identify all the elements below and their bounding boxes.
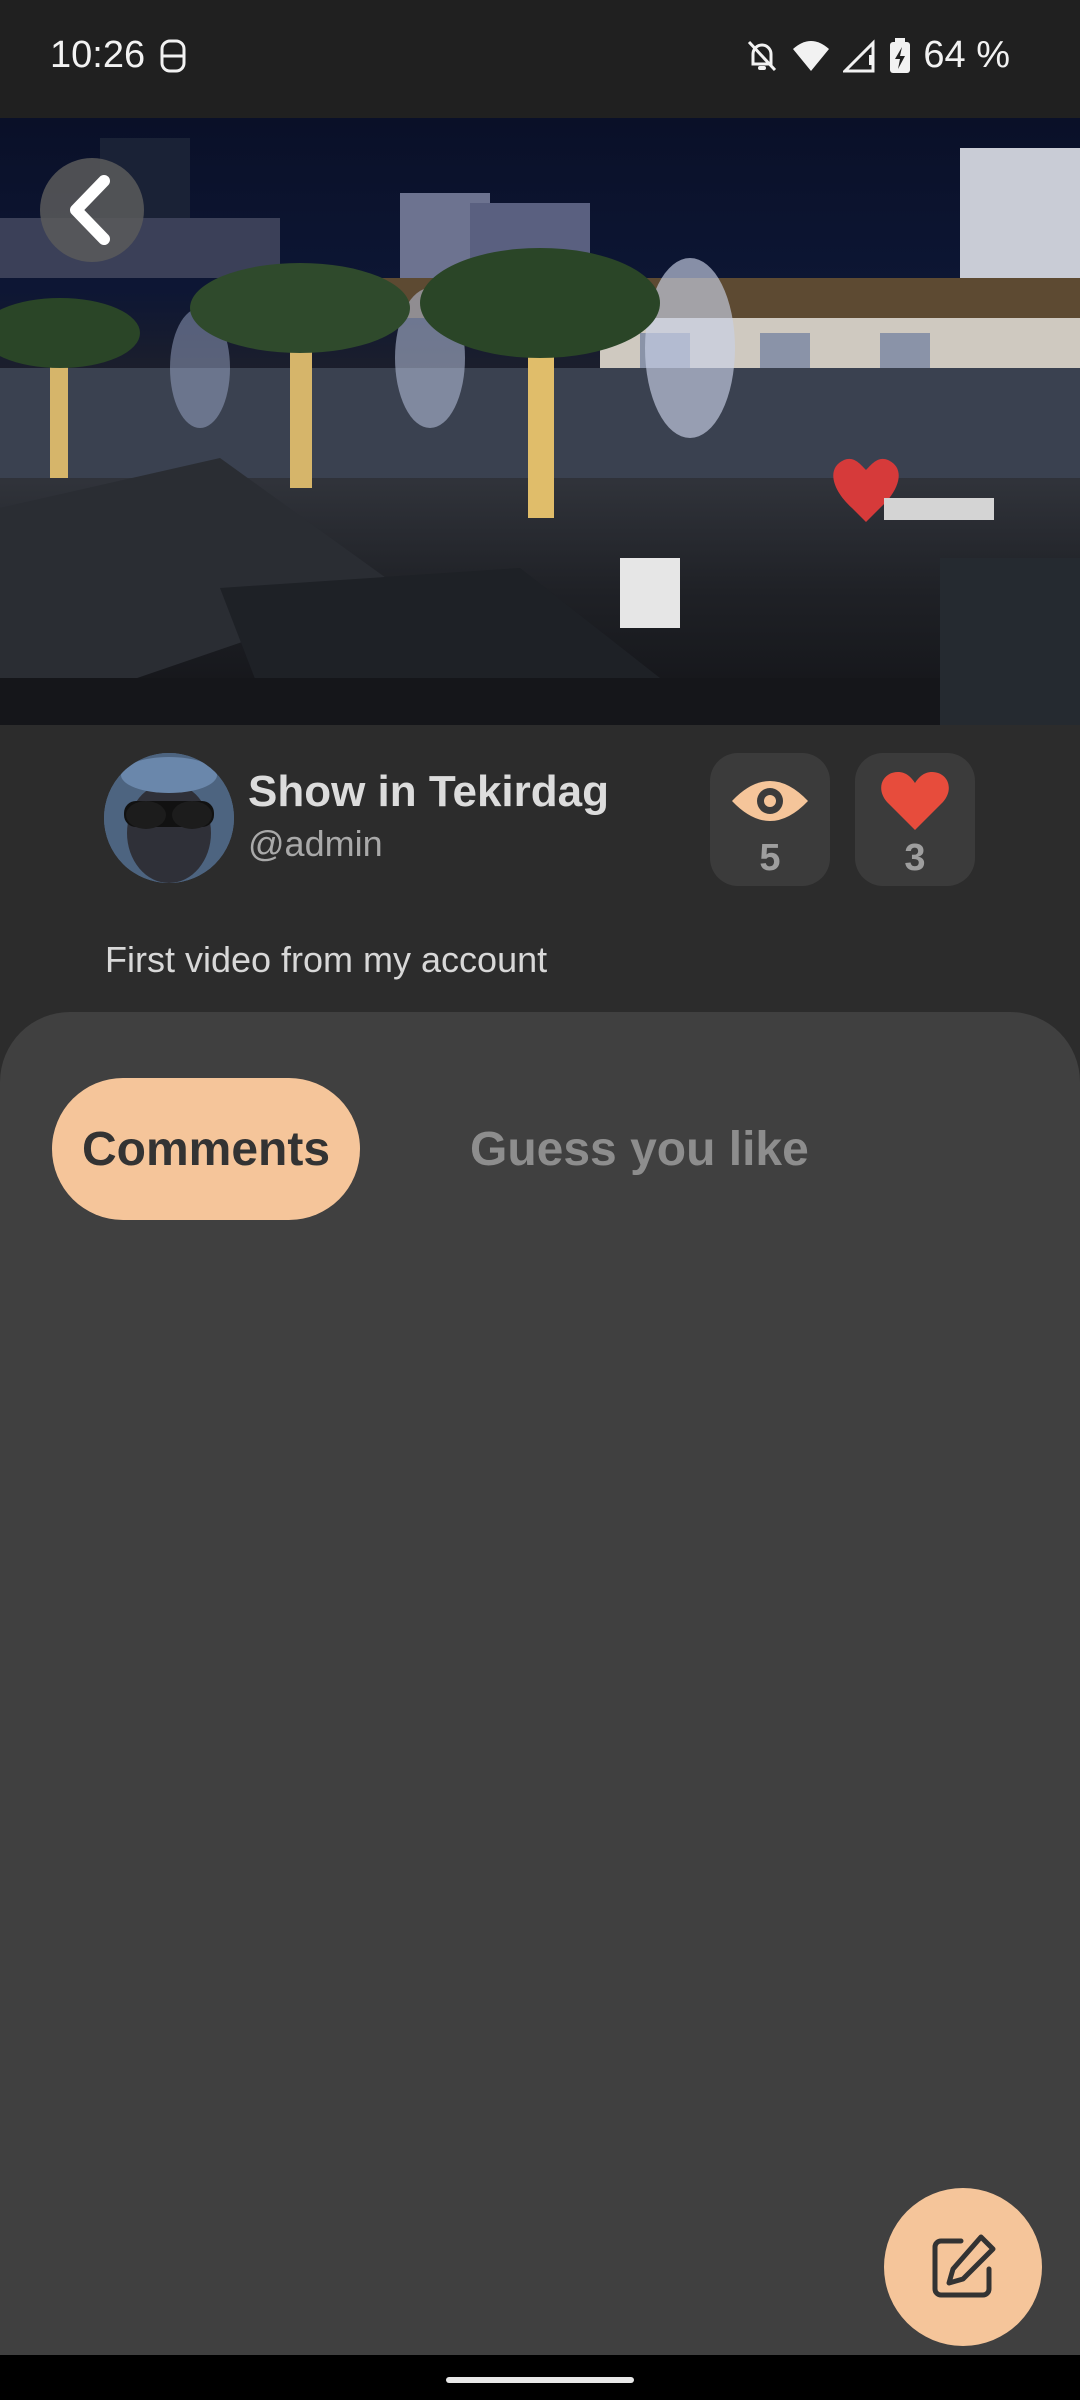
bottom-sheet: Comments Guess you like: [0, 1012, 1080, 2355]
battery-percent: 64 %: [923, 34, 1010, 76]
write-comment-button[interactable]: [884, 2188, 1042, 2346]
status-bar: 10:26 64 %: [0, 0, 1080, 118]
edit-icon: [932, 2234, 996, 2298]
avatar[interactable]: [104, 753, 234, 883]
video-player[interactable]: [0, 118, 1080, 725]
heart-icon: [881, 772, 949, 830]
post-title: Show in Tekirdag: [248, 767, 610, 816]
author-handle[interactable]: @admin: [248, 823, 383, 865]
post-description: First video from my account: [105, 939, 548, 980]
chevron-left-icon: [70, 175, 110, 245]
avatar-image: [104, 753, 234, 883]
screen-record-icon: [160, 39, 186, 73]
status-time: 10:26: [50, 34, 146, 76]
eye-icon: [732, 781, 808, 821]
post-info: Show in Tekirdag @admin 5 3 First video …: [0, 725, 1080, 1025]
status-icons: 64 %: [745, 34, 1010, 77]
battery-charging-icon: [890, 37, 911, 73]
views-counter: 5: [710, 753, 830, 886]
home-indicator[interactable]: [446, 2377, 634, 2383]
tab-comments[interactable]: Comments: [52, 1078, 360, 1220]
notifications-off-icon: [748, 40, 777, 71]
navigation-bar: [0, 2355, 1080, 2400]
video-frame-image: [0, 138, 1080, 725]
back-button[interactable]: [40, 158, 144, 262]
tab-guess-you-like[interactable]: Guess you like: [470, 1078, 809, 1220]
wifi-icon: [793, 40, 830, 71]
views-count: 5: [759, 837, 781, 879]
signal-icon: [843, 38, 875, 72]
like-button[interactable]: 3: [855, 753, 975, 886]
likes-count: 3: [904, 837, 926, 879]
